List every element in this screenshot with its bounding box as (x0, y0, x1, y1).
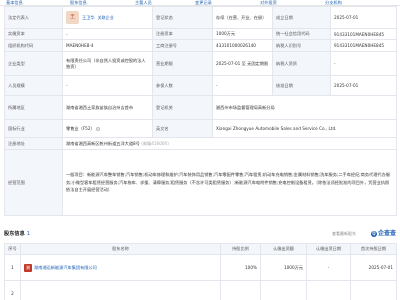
shareholder-cell (20, 280, 221, 300)
row-index: 2 (4, 280, 21, 300)
credit-code-value: 91433101MAEN0HE845 (330, 28, 397, 40)
approval-label: 核准日期 (272, 75, 331, 96)
status-label: 登记状态 (152, 6, 213, 29)
info-row: 企业类型 有限责任公司（非自然人投资或控股的法人独资） 营业期限 2025-07… (4, 51, 397, 76)
org-code-label: 组织机构代码 (4, 39, 63, 52)
credit-code-label: 统一社会信用代码 (272, 28, 331, 40)
shareholder-cell: 湘湖南湘运新能源汽车集团有限公司 (20, 254, 221, 281)
section-title-text: 股东信息 (4, 231, 25, 237)
authority-label: 登记机关 (152, 95, 213, 120)
approval-value: 2025-07-01 (330, 75, 397, 96)
staff-value: - (62, 75, 153, 96)
table-header-row: 序号 股东名称 持股比例 认缴出资额 认缴出资日期 首次持股日期 (4, 243, 397, 255)
info-row: 注册地址 湖南省湘西高新区乾州街道五洋大道8号 (邮编416000) (4, 137, 397, 150)
reg-capital-label: 注册资本 (152, 28, 213, 40)
industry-label: 国标行业 (4, 119, 63, 138)
date-value: - (306, 254, 351, 281)
brand-logo: Q 企查查 (370, 228, 396, 237)
company-type-value: 有限责任公司（非自然人投资或控股的法人独资） (62, 51, 153, 76)
qcc-logo-icon: Q (370, 230, 377, 237)
legal-rep-cell: 王 王卫华 关联企业 (62, 6, 153, 29)
table-row: 1 湘湖南湘运新能源汽车集团有限公司 100% 1000万元 - 2025-07… (4, 254, 397, 281)
taxpayer-qual-label: 纳税人资质 (272, 51, 331, 76)
ratio-value (220, 280, 261, 300)
date-value (306, 280, 351, 300)
taxpayer-qual-value: - (330, 51, 397, 76)
ratio-value: 100% (220, 254, 261, 281)
info-row: 国标行业 零售业（F52）? 英文名 Xiangxi Zhongyue Auto… (4, 119, 397, 138)
scope-value: 一般项目：新能源汽车整车销售;汽车销售;机动车修理和维护;汽车装饰用品销售;汽车… (62, 149, 397, 216)
row-index: 1 (4, 254, 21, 281)
amount-value: 1000万元 (260, 254, 307, 281)
first-date-value: 2025-07-01 (350, 254, 397, 281)
business-info-table: 法定代表人 王 王卫华 关联企业 登记状态 存续（在营、开业、在册） 成立日期 … (4, 6, 397, 216)
related-companies-link[interactable]: 关联企业 (98, 15, 114, 21)
region-value: 湖南省湘西土家族苗族自治州吉首市 (62, 95, 153, 120)
scope-label: 经营范围 (4, 149, 63, 216)
help-icon[interactable]: ? (95, 126, 100, 131)
latest-shareholders-link[interactable]: 查看最新股东 (332, 231, 356, 237)
shareholder-count: 1 (26, 231, 31, 237)
legal-rep-label: 法定代表人 (4, 6, 63, 29)
legal-rep-avatar: 王 (66, 11, 79, 24)
taxpayer-no-value: 91433101MAEN0HE845 (330, 39, 397, 52)
info-row: 所属地区 湖南省湘西土家族苗族自治州吉首市 登记机关 湘西州市场监督管理局高新分… (4, 95, 397, 120)
shareholders-table: 序号 股东名称 持股比例 认缴出资额 认缴出资日期 首次持股日期 1 湘湖南湘运… (4, 243, 397, 300)
region-label: 所属地区 (4, 95, 63, 120)
term-label: 营业期限 (152, 51, 213, 76)
company-logo: 湘 (24, 263, 32, 272)
col-ratio[interactable]: 持股比例 (220, 243, 261, 255)
info-row: 组织机构代码 MAEN0HE8-4 工商注册号 433101000026140 … (4, 39, 397, 52)
term-value: 2025-07-01 至 无固定期限 (212, 51, 273, 76)
col-name: 股东名称 (20, 243, 221, 255)
amount-value (260, 280, 307, 300)
industry-cell: 零售业（F52）? (62, 119, 153, 138)
first-date-value (350, 280, 397, 300)
col-date[interactable]: 认缴出资日期 (306, 243, 351, 255)
authority-value: 湘西州市场监督管理局高新分局 (212, 95, 397, 120)
insured-value: - (212, 75, 273, 96)
org-code-value: MAEN0HE8-4 (62, 39, 153, 52)
taxpayer-no-label: 纳税人识别号 (272, 39, 331, 52)
section-title: 股东信息 1 (4, 230, 30, 237)
address-value: 湖南省湘西高新区乾州街道五洋大道8号 (66, 140, 140, 146)
en-name-value: Xiangxi Zhongyue Automobile Sales and Se… (212, 119, 397, 138)
paid-capital-value: - (62, 28, 153, 40)
est-date-value: 2025-07-01 (330, 6, 397, 29)
reg-no-value: 433101000026140 (212, 39, 273, 52)
reg-capital-value: 1000万元 (212, 28, 273, 40)
en-name-label: 英文名 (152, 119, 213, 138)
reg-no-label: 工商注册号 (152, 39, 213, 52)
company-type-label: 企业类型 (4, 51, 63, 76)
info-row: 实缴资本 - 注册资本 1000万元 统一社会信用代码 91433101MAEN… (4, 28, 397, 40)
info-row: 人员规模 - 参保人数 - 核准日期 2025-07-01 (4, 75, 397, 96)
shareholder-name-link[interactable]: 湖南湘运新能源汽车集团有限公司 (34, 265, 97, 270)
table-row: 2 (4, 280, 397, 300)
est-date-label: 成立日期 (272, 6, 331, 29)
col-amount[interactable]: 认缴出资额 (260, 243, 307, 255)
industry-value: 零售业（F52） (66, 125, 95, 131)
brand-name: 企查查 (377, 230, 396, 237)
paid-capital-label: 实缴资本 (4, 28, 63, 40)
postal-code: (邮编416000) (141, 140, 169, 146)
address-label: 注册地址 (4, 137, 63, 150)
insured-label: 参保人数 (152, 75, 213, 96)
col-first-date[interactable]: 首次持股日期 (350, 243, 397, 255)
status-value: 存续（在营、开业、在册） (212, 6, 273, 29)
staff-label: 人员规模 (4, 75, 63, 96)
info-row: 法定代表人 王 王卫华 关联企业 登记状态 存续（在营、开业、在册） 成立日期 … (4, 6, 397, 29)
address-cell: 湖南省湘西高新区乾州街道五洋大道8号 (邮编416000) (62, 137, 397, 150)
col-index: 序号 (4, 243, 21, 255)
legal-rep-name-link[interactable]: 王卫华 (82, 15, 95, 21)
info-row: 经营范围 一般项目：新能源汽车整车销售;汽车销售;机动车修理和维护;汽车装饰用品… (4, 149, 397, 216)
shareholders-section-header: 股东信息 1 查看最新股东 Q 企查查 (4, 227, 396, 239)
